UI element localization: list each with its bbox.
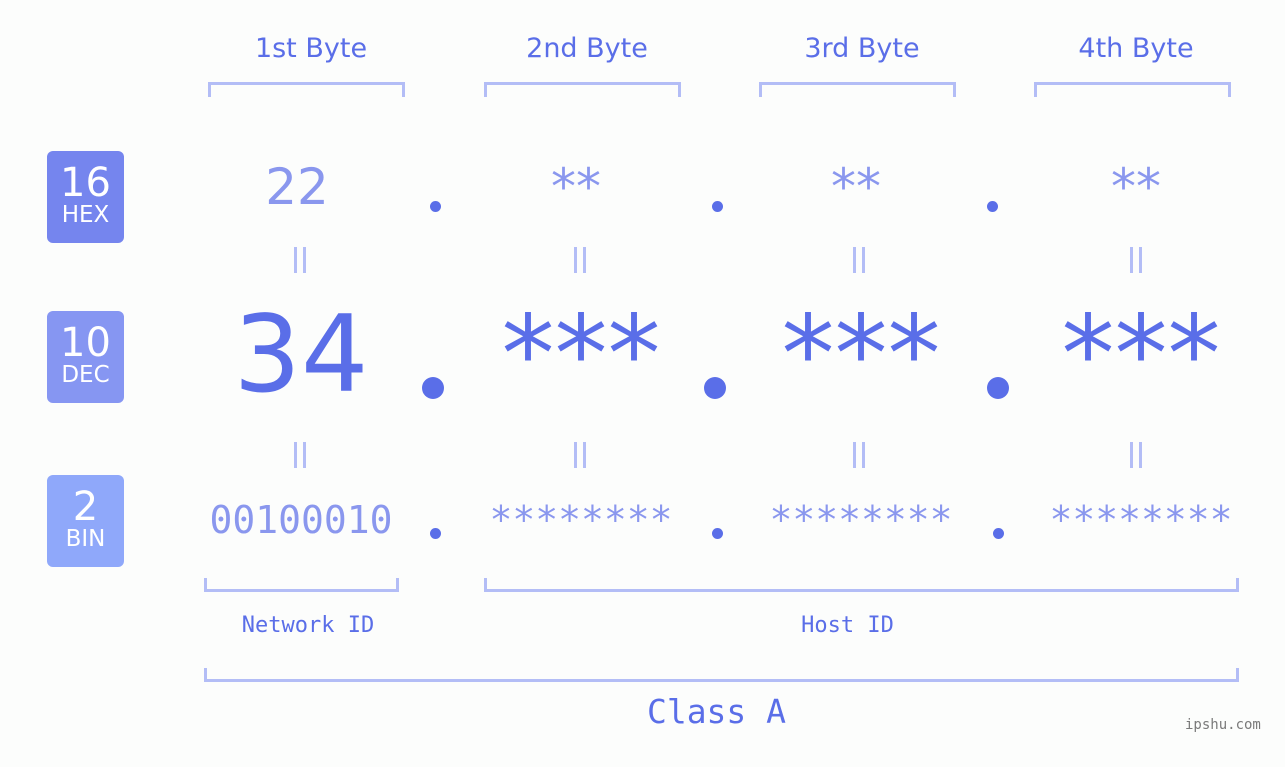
bin-badge-number: 2 (72, 484, 99, 530)
bin-separator-dot (712, 528, 723, 539)
byte-header-4: 4th Byte (1078, 33, 1194, 64)
dec-badge-label: DEC (61, 362, 110, 388)
bin-value-3: ******** (769, 498, 953, 542)
hex-value-4: ** (1111, 158, 1161, 216)
equals-icon (294, 247, 306, 273)
equals-icon (853, 442, 865, 468)
equals-icon (574, 247, 586, 273)
bin-separator-dot (430, 528, 441, 539)
hex-badge-label: HEX (61, 202, 110, 228)
bin-separator-dot (993, 528, 1004, 539)
dec-value-2: *** (501, 293, 661, 416)
hex-badge-number: 16 (60, 160, 111, 206)
byte-header-2: 2nd Byte (526, 33, 648, 64)
dec-value-3: *** (781, 293, 941, 416)
hex-value-2: ** (551, 158, 601, 216)
byte-header-1: 1st Byte (254, 33, 368, 64)
equals-icon (1130, 247, 1142, 273)
byte-bracket-2 (484, 82, 681, 97)
byte-header-3: 3rd Byte (804, 33, 920, 64)
class-bracket (204, 668, 1239, 682)
hex-separator-dot (987, 201, 998, 212)
dec-value-1: 34 (233, 293, 369, 416)
hex-badge: 16 HEX (47, 151, 124, 243)
byte-bracket-3 (759, 82, 956, 97)
network-id-label: Network ID (241, 613, 375, 638)
dec-separator-dot (704, 377, 726, 399)
equals-icon (574, 442, 586, 468)
equals-icon (294, 442, 306, 468)
hex-separator-dot (430, 201, 441, 212)
dec-separator-dot (987, 377, 1009, 399)
bin-badge-label: BIN (65, 526, 106, 552)
watermark: ipshu.com (1185, 717, 1261, 733)
bin-badge: 2 BIN (47, 475, 124, 567)
network-id-bracket (204, 578, 399, 592)
hex-value-3: ** (831, 158, 881, 216)
dec-badge: 10 DEC (47, 311, 124, 403)
dec-value-4: *** (1061, 293, 1221, 416)
equals-icon (853, 247, 865, 273)
bin-value-1: 00100010 (209, 498, 393, 542)
dec-separator-dot (422, 377, 444, 399)
equals-icon (1130, 442, 1142, 468)
hex-value-1: 22 (265, 158, 329, 216)
host-id-bracket (484, 578, 1239, 592)
byte-bracket-1 (208, 82, 405, 97)
host-id-label: Host ID (801, 613, 894, 638)
bin-value-4: ******** (1049, 498, 1233, 542)
bin-value-2: ******** (489, 498, 673, 542)
dec-badge-number: 10 (60, 320, 111, 366)
class-label: Class A (646, 692, 787, 731)
byte-bracket-4 (1034, 82, 1231, 97)
hex-separator-dot (712, 201, 723, 212)
